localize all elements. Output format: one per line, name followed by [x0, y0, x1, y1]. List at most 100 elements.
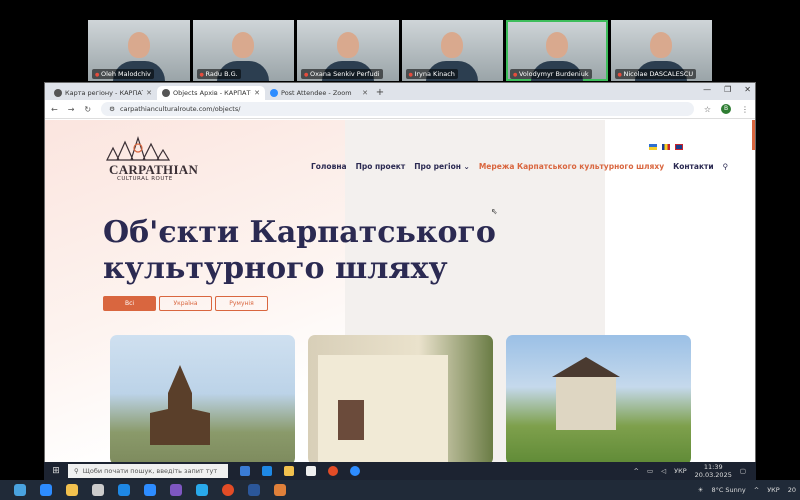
taskbar-search[interactable]: ⚲ Щоби почати пошук, введіть запит тут [68, 464, 228, 478]
edge-icon[interactable] [262, 466, 272, 476]
filter-ukraine-button[interactable]: Україна [159, 296, 212, 311]
local-tray: ☀ 8°C Sunny ^ УКР 20 [698, 486, 800, 494]
participant-tile[interactable]: Oleh Malodchiv [88, 20, 190, 81]
store-icon[interactable] [306, 466, 316, 476]
participant-tile[interactable]: Oxana Senkiv Perfudi [297, 20, 399, 81]
back-icon[interactable]: ← [51, 105, 58, 114]
forward-icon[interactable]: → [68, 105, 75, 114]
object-cards [110, 335, 691, 462]
file-explorer-icon[interactable] [284, 466, 294, 476]
windows-start-icon[interactable]: ⊞ [44, 466, 68, 476]
participant-name: Radu B.G. [196, 69, 241, 79]
copilot-icon[interactable] [14, 484, 26, 496]
browser-tab[interactable]: Post Attendee - Zoom ✕ [265, 86, 373, 100]
participant-name: Oleh Malodchiv [92, 69, 154, 79]
main-nav: Головна Про проект Про регіон ⌄ Мережа К… [311, 162, 728, 171]
participant-name: Oxana Senkiv Perfudi [301, 69, 383, 79]
manor-image [318, 355, 448, 462]
nav-about-project[interactable]: Про проект [356, 162, 406, 171]
site-logo[interactable]: CARPATHIAN CULTURAL ROUTE [103, 134, 198, 184]
clock-icon[interactable]: 20 [788, 486, 796, 494]
close-icon[interactable]: ✕ [254, 89, 260, 97]
uk-flag-icon[interactable] [675, 144, 683, 150]
filter-romania-button[interactable]: Румунія [215, 296, 268, 311]
reload-icon[interactable]: ↻ [84, 105, 91, 114]
language-switcher [649, 144, 683, 150]
browser-tab[interactable]: Карта регіону - КАРПАТСЬКИЙ✕ [49, 86, 157, 100]
page-title: Об'єкти Карпатського культурного шляху [103, 215, 496, 286]
close-icon[interactable]: ✕ [362, 89, 368, 97]
maximize-icon[interactable]: ❐ [724, 85, 731, 94]
remote-taskbar: ⊞ ⚲ Щоби почати пошук, введіть запит тут … [44, 462, 756, 480]
word-icon[interactable] [248, 484, 260, 496]
chevron-up-icon[interactable]: ^ [754, 486, 759, 494]
participant-name: Nicolae DASCALESCU [614, 69, 697, 79]
notifications-icon[interactable]: ▢ [740, 467, 746, 475]
chevron-down-icon: ⌄ [463, 162, 470, 171]
outlook-icon[interactable] [118, 484, 130, 496]
tab-strip: Карта регіону - КАРПАТСЬКИЙ✕ Objects Арх… [45, 83, 755, 100]
search-icon: ⚲ [74, 467, 79, 475]
participant-video [336, 32, 359, 58]
participant-video [441, 32, 464, 58]
close-window-icon[interactable]: ✕ [744, 85, 751, 94]
file-explorer-icon[interactable] [66, 484, 78, 496]
scrollbar[interactable] [752, 120, 755, 150]
network-icon[interactable]: ▭ [647, 467, 653, 475]
filter-buttons: Всі Україна Румунія [103, 296, 268, 311]
browser-tab-active[interactable]: Objects Архів - КАРПАТСЬКИЙ✕ [157, 86, 265, 100]
object-card-castle[interactable] [506, 335, 691, 462]
close-icon[interactable]: ✕ [146, 89, 152, 97]
store-icon[interactable] [92, 484, 104, 496]
edge-icon[interactable] [40, 484, 52, 496]
ukraine-flag-icon[interactable] [649, 144, 657, 150]
participant-tile[interactable]: Nicolae DASCALESCU [610, 20, 712, 81]
logo-emblem-icon [106, 136, 171, 161]
viber-icon[interactable] [170, 484, 182, 496]
wordpress-icon [162, 89, 170, 97]
participant-tile-active-speaker[interactable]: Volodymyr Burdeniuk [506, 20, 608, 81]
participant-name: Iryna Kinach [405, 69, 458, 79]
site-info-icon[interactable]: ⚙ [109, 105, 115, 113]
castle-image [556, 375, 616, 430]
romania-flag-icon[interactable] [662, 144, 670, 150]
input-language[interactable]: УКР [767, 486, 780, 494]
search-icon[interactable]: ⚲ [723, 162, 729, 171]
filter-all-button[interactable]: Всі [103, 296, 156, 311]
nav-network[interactable]: Мережа Карпатського культурного шляху [479, 162, 664, 171]
participant-video [545, 32, 568, 58]
weather-text[interactable]: 8°C Sunny [711, 486, 745, 494]
clock[interactable]: 11:39 20.03.2025 [695, 463, 732, 479]
profile-avatar[interactable]: B [721, 104, 731, 114]
address-bar[interactable]: ⚙ carpathianculturalroute.com/objects/ [101, 102, 694, 116]
browser-window: Карта регіону - КАРПАТСЬКИЙ✕ Objects Арх… [44, 82, 756, 462]
participant-video [232, 32, 255, 58]
object-card-manor[interactable] [308, 335, 493, 462]
app-icon[interactable] [274, 484, 286, 496]
wordpress-icon [54, 89, 62, 97]
nav-home[interactable]: Головна [311, 162, 347, 171]
participant-name: Volodymyr Burdeniuk [510, 69, 592, 79]
new-tab-button[interactable]: + [373, 86, 387, 100]
participant-video [127, 32, 150, 58]
zoom-icon[interactable] [350, 466, 360, 476]
participant-tile[interactable]: Iryna Kinach [401, 20, 503, 81]
input-language[interactable]: УКР [674, 467, 687, 475]
telegram-icon[interactable] [196, 484, 208, 496]
participant-video [650, 32, 673, 58]
bookmark-star-icon[interactable]: ☆ [704, 105, 711, 114]
window-controls: — ❐ ✕ [703, 85, 751, 94]
menu-kebab-icon[interactable]: ⋮ [741, 105, 749, 114]
minimize-icon[interactable]: — [703, 85, 711, 94]
participant-tile[interactable]: Radu B.G. [192, 20, 294, 81]
system-tray: ^ ▭ ◁ УКР 11:39 20.03.2025 ▢ [634, 463, 756, 479]
chevron-up-icon[interactable]: ^ [634, 467, 639, 475]
nav-about-region[interactable]: Про регіон ⌄ [414, 162, 470, 171]
object-card-wooden-church[interactable] [110, 335, 295, 462]
volume-icon[interactable]: ◁ [661, 467, 666, 475]
chrome-icon[interactable] [222, 484, 234, 496]
task-view-icon[interactable] [240, 466, 250, 476]
chrome-icon[interactable] [328, 466, 338, 476]
nav-contacts[interactable]: Контакти [673, 162, 714, 171]
zoom-icon[interactable] [144, 484, 156, 496]
